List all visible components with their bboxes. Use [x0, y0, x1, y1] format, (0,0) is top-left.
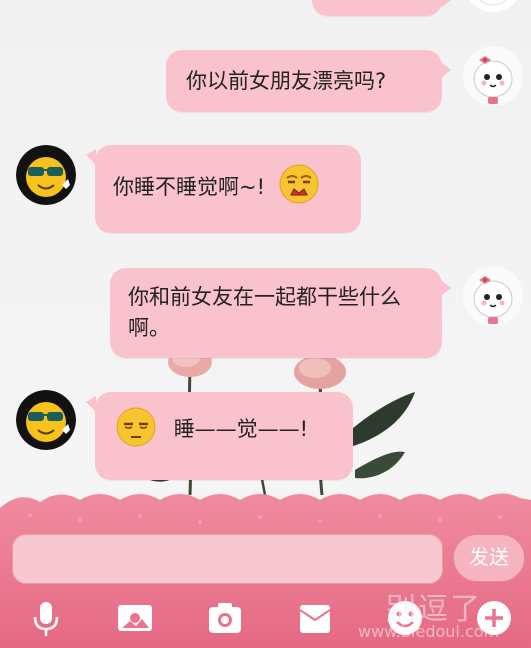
avatar-sunglasses-boy-2[interactable]: [16, 390, 76, 450]
message-bubble-0: [312, 0, 451, 16]
message-input[interactable]: [12, 534, 443, 584]
avatar-girl-2[interactable]: [463, 266, 523, 326]
watermark: 别逗了 www.biedoul.com: [358, 584, 526, 646]
message-bubble-2: 你睡不睡觉啊~!: [86, 145, 361, 233]
envelope-icon[interactable]: [295, 598, 335, 638]
send-button[interactable]: 发送: [453, 534, 525, 582]
image-icon[interactable]: [115, 598, 155, 638]
sleepy-face-emoji: [115, 406, 157, 448]
message-text-2: 你睡不睡觉啊~!: [113, 175, 266, 199]
message-bubble-1: 你以前女朋友漂亮吗?: [166, 50, 451, 112]
microphone-icon[interactable]: [26, 598, 66, 638]
avatar-girl[interactable]: [463, 46, 523, 106]
watermark-url: www.biedoul.com: [358, 622, 500, 641]
message-text-4: 睡——觉——!: [173, 417, 309, 441]
avatar-sunglasses-boy[interactable]: [16, 145, 76, 205]
frustrated-face-emoji: [278, 163, 320, 205]
message-bubble-4: 睡——觉——!: [86, 392, 353, 480]
camera-icon[interactable]: [205, 598, 245, 638]
message-bubble-3: 你和前女友在一起都干些什么啊。: [110, 268, 451, 358]
chat-area: 你以前女朋友漂亮吗? 你睡不睡觉啊~! 你和前女友在一起都干些什么啊。 睡——觉…: [0, 0, 531, 495]
